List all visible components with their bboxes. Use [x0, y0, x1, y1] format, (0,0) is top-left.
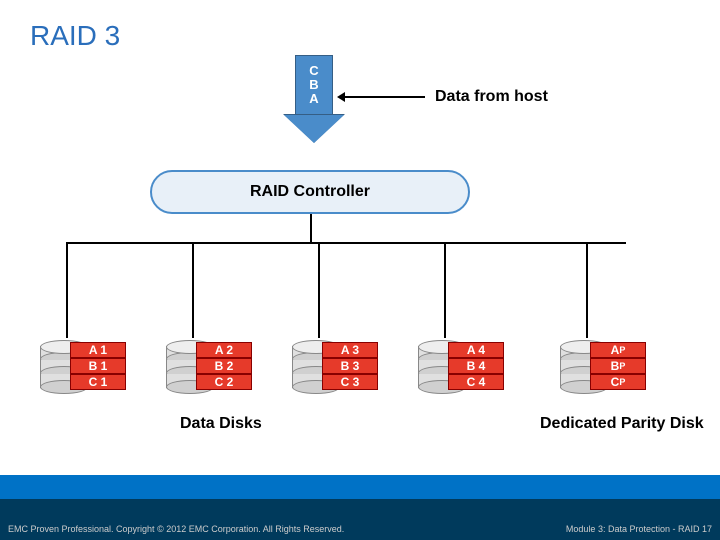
stripe-stack: APBPCP	[590, 342, 646, 390]
stripe-block: A 3	[322, 342, 378, 358]
data-disks-label: Data Disks	[180, 415, 262, 433]
stripe-stack: A 4B 4C 4	[448, 342, 504, 390]
connector-line	[310, 214, 312, 242]
arrow-left-icon	[345, 96, 425, 98]
connector-line	[444, 242, 446, 338]
connector-line	[318, 242, 320, 338]
raid-controller-box: RAID Controller	[150, 170, 470, 214]
stripe-letter: C	[309, 64, 318, 78]
stripe-stack: A 3B 3C 3	[322, 342, 378, 390]
footer-page-info: Module 3: Data Protection - RAID 17	[566, 524, 712, 534]
footer-copyright: EMC Proven Professional. Copyright © 201…	[8, 524, 344, 534]
stripe-letter: B	[309, 78, 318, 92]
host-label: Data from host	[435, 88, 548, 106]
stripe-block: C 4	[448, 374, 504, 390]
stripe-block: A 4	[448, 342, 504, 358]
page-title: RAID 3	[30, 20, 120, 52]
connector-line	[192, 242, 194, 338]
stripe-stack: A 1B 1C 1	[70, 342, 126, 390]
stripe-block: B 1	[70, 358, 126, 374]
parity-disk-label: Dedicated Parity Disk	[540, 415, 704, 433]
stripe-block: B 4	[448, 358, 504, 374]
connector-line	[66, 242, 68, 338]
stripe-stack: A 2B 2C 2	[196, 342, 252, 390]
stripe-block: B 3	[322, 358, 378, 374]
connector-line	[586, 242, 588, 338]
stripe-block: BP	[590, 358, 646, 374]
stripe-block: A 2	[196, 342, 252, 358]
connector-line	[66, 242, 626, 244]
footer-accent	[0, 475, 720, 499]
stripe-block: C 1	[70, 374, 126, 390]
stripe-block: AP	[590, 342, 646, 358]
stripe-block: CP	[590, 374, 646, 390]
stripe-block: B 2	[196, 358, 252, 374]
stripe-block: C 2	[196, 374, 252, 390]
stripe-letter: A	[309, 92, 318, 106]
stripe-block: A 1	[70, 342, 126, 358]
stripe-block: C 3	[322, 374, 378, 390]
